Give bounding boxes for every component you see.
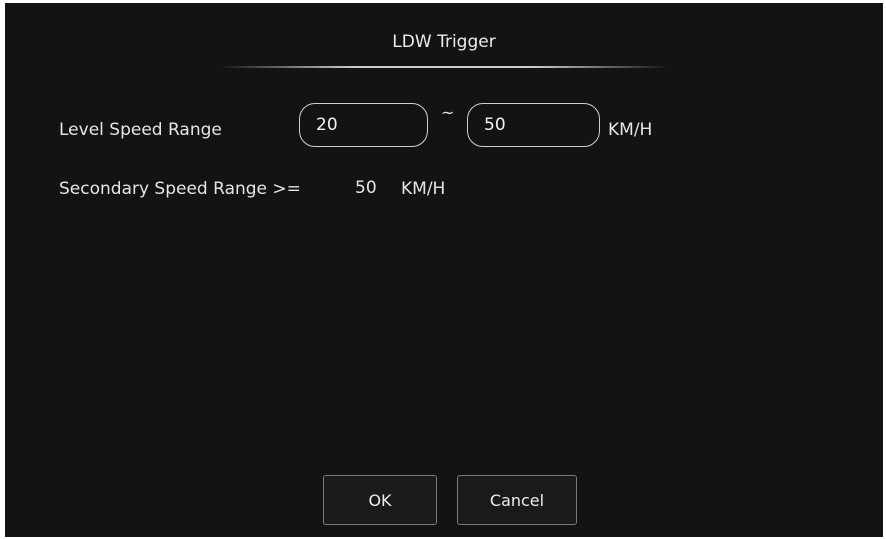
ok-button[interactable]: OK	[323, 475, 437, 525]
level-speed-unit: KM/H	[608, 120, 653, 140]
ldw-trigger-dialog: LDW Trigger Level Speed Range ~ KM/H Sec…	[5, 3, 883, 537]
dialog-title: LDW Trigger	[392, 32, 496, 52]
range-separator: ~	[441, 103, 455, 122]
secondary-speed-value: 50	[355, 178, 377, 198]
secondary-speed-unit: KM/H	[401, 179, 446, 199]
level-speed-max-input[interactable]	[467, 103, 600, 147]
level-speed-range-label: Level Speed Range	[59, 120, 222, 140]
title-divider	[219, 66, 669, 68]
cancel-button[interactable]: Cancel	[457, 475, 577, 525]
level-speed-min-input[interactable]	[299, 103, 428, 147]
secondary-speed-range-label: Secondary Speed Range >=	[59, 179, 301, 199]
